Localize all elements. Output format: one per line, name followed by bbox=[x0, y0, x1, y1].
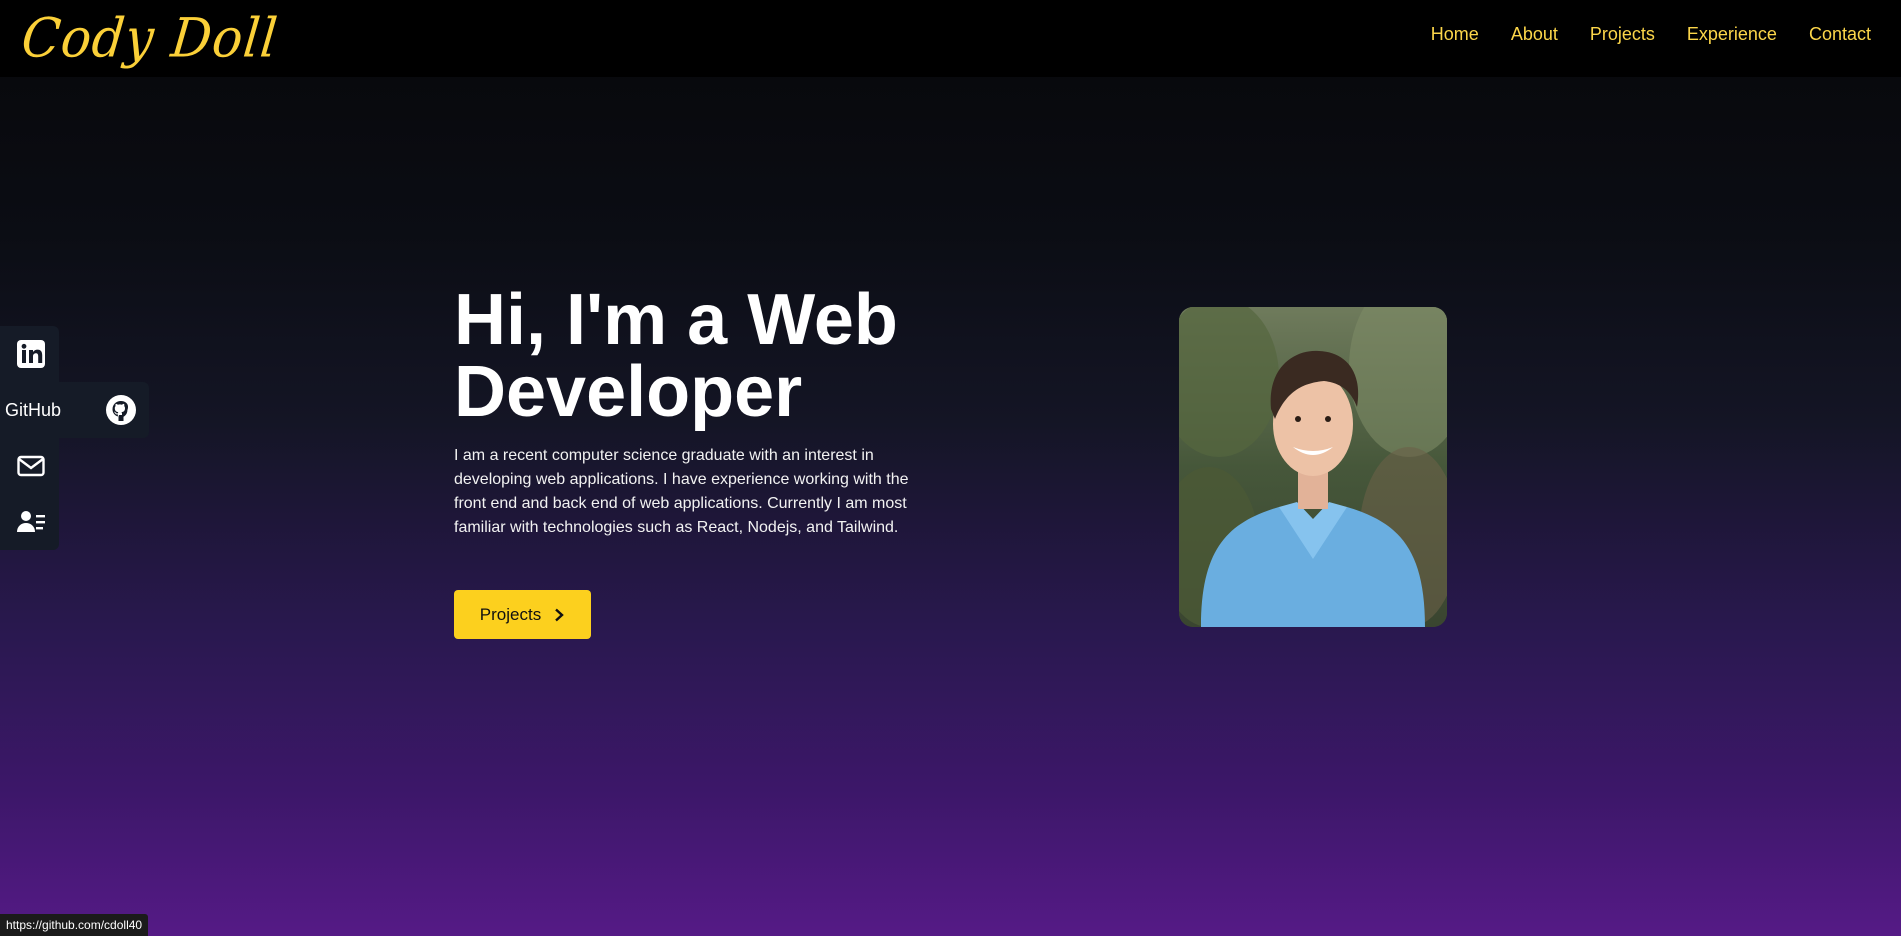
status-bar-url: https://github.com/cdoll40 bbox=[0, 914, 149, 936]
projects-button-label: Projects bbox=[479, 604, 542, 624]
nav-links: Home About Projects Experience Contact bbox=[1431, 24, 1871, 45]
hero-title-line1: Hi, I'm a Web bbox=[454, 280, 898, 360]
nav-projects[interactable]: Projects bbox=[1590, 24, 1655, 45]
nav-about[interactable]: About bbox=[1511, 24, 1558, 45]
chevron-right-icon bbox=[555, 608, 564, 621]
github-link[interactable]: GitHub bbox=[0, 382, 149, 438]
email-link[interactable] bbox=[0, 438, 59, 494]
linkedin-icon bbox=[17, 340, 45, 368]
github-icon bbox=[106, 395, 136, 425]
logo[interactable]: Cody Doll bbox=[18, 3, 281, 72]
resume-icon bbox=[17, 511, 45, 532]
nav-experience[interactable]: Experience bbox=[1687, 24, 1777, 45]
resume-link[interactable] bbox=[0, 494, 59, 550]
hero-description: I am a recent computer science graduate … bbox=[454, 447, 909, 536]
projects-button[interactable]: Projects bbox=[454, 590, 591, 639]
profile-photo bbox=[1179, 307, 1447, 627]
navbar: Cody Doll Home About Projects Experience… bbox=[0, 0, 1901, 77]
hero-title-line2: Developer bbox=[454, 352, 803, 432]
linkedin-link[interactable] bbox=[0, 326, 59, 382]
github-label: GitHub bbox=[5, 400, 62, 420]
mail-icon bbox=[17, 455, 45, 477]
nav-home[interactable]: Home bbox=[1431, 24, 1479, 45]
nav-contact[interactable]: Contact bbox=[1809, 24, 1871, 45]
hero-title: Hi, I'm a Web Developer bbox=[454, 284, 994, 428]
